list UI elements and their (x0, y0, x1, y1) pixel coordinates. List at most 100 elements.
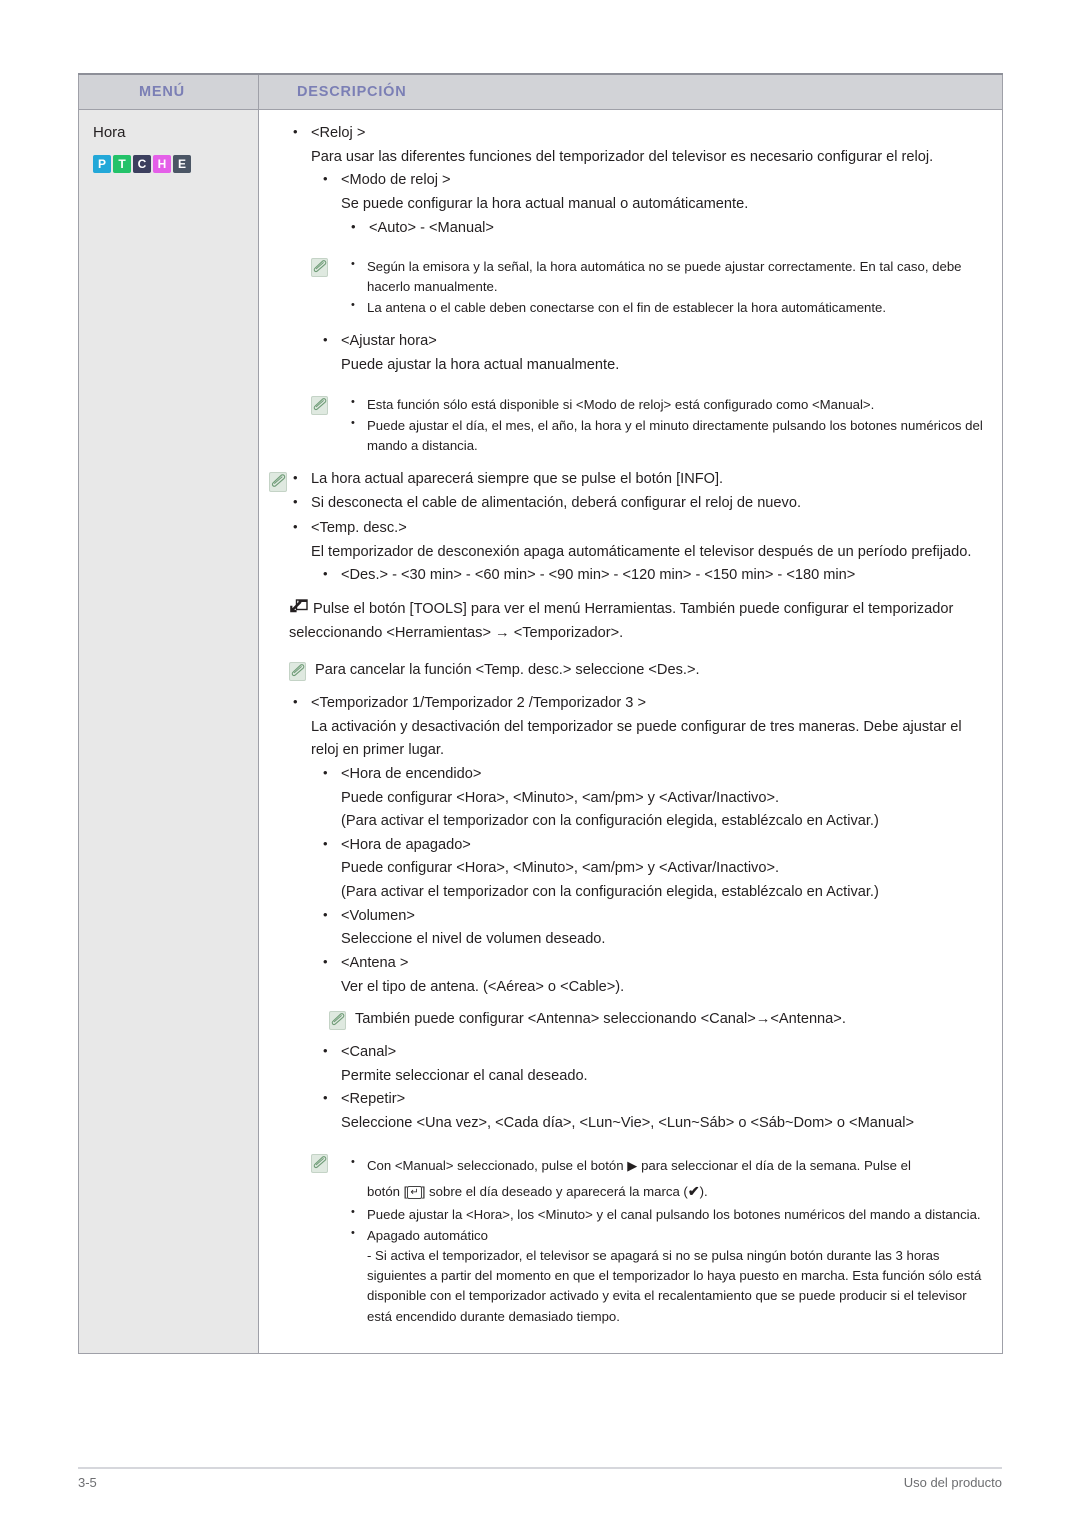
note-item: La antena o el cable deben conectarse co… (347, 297, 990, 318)
temp-desc-heading: <Temp. desc.> (289, 516, 990, 541)
badge-e: E (173, 155, 191, 173)
note-block-repetir: Con <Manual> seleccionado, pulse el botó… (311, 1152, 990, 1327)
badge-h: H (153, 155, 171, 173)
repetir-heading: <Repetir> (319, 1087, 990, 1112)
checkmark-icon: ✔ (687, 1182, 700, 1199)
menu-description-table: MENÚ DESCRIPCIÓN Hora P T C H E • <Reloj… (78, 73, 1003, 1354)
reloj-heading: <Reloj > (289, 121, 990, 146)
temporizador-heading: <Temporizador 1/Temporizador 2 /Temporiz… (289, 691, 990, 716)
description-cell: <Reloj > Para usar las diferentes funcio… (258, 109, 1003, 1354)
modo-reloj-description: Se puede configurar la hora actual manua… (341, 195, 749, 212)
note-text-c: botón [ (367, 1183, 408, 1199)
badge-c-letter: C (137, 157, 147, 171)
note-block-ajustar-hora: Esta función sólo está disponible si <Mo… (311, 394, 990, 456)
section-canal: <Canal> Permite seleccionar el canal des… (319, 1040, 990, 1088)
volumen-heading: <Volumen> (319, 904, 990, 929)
tools-text: Pulse el botón [TOOLS] para ver el menú … (289, 601, 954, 641)
note-pencil-icon (269, 471, 287, 492)
reloj-description: Para usar las diferentes funciones del t… (311, 148, 934, 165)
enter-key-icon: ↵ (407, 1185, 422, 1199)
badge-p-letter: P (97, 157, 106, 171)
note-text-e: ). (699, 1183, 708, 1199)
section-antena: <Antena > Ver el tipo de antena. (<Aérea… (319, 951, 990, 999)
tools-note: Pulse el botón [TOOLS] para ver el menú … (289, 598, 990, 645)
menu-title-text: Hora (93, 124, 126, 141)
play-icon: ▶ (627, 1157, 638, 1173)
temp-desc-description: El temporizador de desconexión apaga aut… (311, 543, 972, 560)
note-pencil-icon (311, 395, 328, 415)
section-ajustar-hora: <Ajustar hora> Puede ajustar la hora act… (319, 329, 990, 377)
document-page: MENÚ DESCRIPCIÓN Hora P T C H E • <Reloj… (0, 0, 1080, 1527)
section-temporizador: <Temporizador 1/Temporizador 2 /Temporiz… (289, 691, 990, 763)
section-temp-desc-options: <Des.> - <30 min> - <60 min> - <90 min> … (319, 563, 990, 588)
auto-manual-option: <Auto> - <Manual> (347, 216, 990, 241)
menu-cell: Hora P T C H E (78, 109, 259, 1354)
section-reloj: <Reloj > Para usar las diferentes funcio… (289, 121, 990, 169)
section-modo-reloj: <Modo de reloj > Se puede configurar la … (319, 168, 990, 216)
note-item: Si desconecta el cable de alimentación, … (289, 491, 990, 516)
badge-c: C (133, 155, 151, 173)
note-item: Puede ajustar la <Hora>, los <Minuto> y … (347, 1204, 990, 1225)
column-header-description: DESCRIPCIÓN (258, 73, 1003, 110)
canal-heading: <Canal> (319, 1040, 990, 1065)
footer-section-label: Uso del producto (903, 1475, 1002, 1490)
apagado-automatico-body: - Si activa el temporizador, el televiso… (367, 1248, 982, 1324)
note-antenna-config: También puede configurar <Antenna> selec… (329, 1008, 990, 1032)
hora-apagado-line1: Puede configurar <Hora>, <Minuto>, <am/p… (341, 860, 780, 877)
antena-description: Ver el tipo de antena. (<Aérea> o <Cable… (341, 978, 625, 995)
note-item: La hora actual aparecerá siempre que se … (289, 467, 990, 492)
volumen-description: Seleccione el nivel de volumen deseado. (341, 931, 606, 948)
note-items: Con <Manual> seleccionado, pulse el botó… (347, 1152, 990, 1327)
apagado-automatico-title: Apagado automático (367, 1228, 488, 1244)
footer-page-number: 3-5 (78, 1475, 97, 1490)
note-pencil-icon (311, 258, 328, 278)
footer-divider (78, 1467, 1002, 1469)
badge-t: T (113, 155, 131, 173)
note-pencil-icon (289, 662, 306, 682)
section-auto-manual: <Auto> - <Manual> (347, 216, 990, 241)
section-volumen: <Volumen> Seleccione el nivel de volumen… (319, 904, 990, 952)
note-text-b: para seleccionar el día de la semana. Pu… (637, 1157, 911, 1173)
hora-apagado-line2: (Para activar el temporizador con la con… (341, 884, 879, 901)
antena-heading: <Antena > (319, 951, 990, 976)
section-repetir: <Repetir> Seleccione <Una vez>, <Cada dí… (319, 1087, 990, 1135)
table-header-row: MENÚ DESCRIPCIÓN (78, 73, 1003, 110)
note-text: Para cancelar la función <Temp. desc.> s… (315, 662, 700, 679)
temp-desc-options: <Des.> - <30 min> - <60 min> - <90 min> … (319, 563, 990, 588)
note-item-apagado: Apagado automático - Si activa el tempor… (347, 1225, 990, 1326)
modo-reloj-heading: <Modo de reloj > (319, 168, 990, 193)
section-hora-encendido: <Hora de encendido> Puede configurar <Ho… (319, 762, 990, 834)
canal-description: Permite seleccionar el canal deseado. (341, 1067, 588, 1084)
badge-e-letter: E (177, 157, 186, 171)
note-item: Esta función sólo está disponible si <Mo… (347, 394, 990, 415)
note-block-info: La hora actual aparecerá siempre que se … (269, 467, 990, 516)
note-pencil-icon (311, 1153, 328, 1173)
section-temp-desc: <Temp. desc.> El temporizador de descone… (289, 516, 990, 564)
menu-title: Hora (93, 124, 258, 141)
ajustar-hora-description: Puede ajustar la hora actual manualmente… (341, 357, 620, 374)
note-items: Esta función sólo está disponible si <Mo… (347, 394, 990, 456)
temporizador-description: La activación y desactivación del tempor… (311, 718, 962, 759)
note-item: Puede ajustar el día, el mes, el año, la… (347, 415, 990, 456)
hora-encendido-line2: (Para activar el temporizador con la con… (341, 813, 879, 830)
badge-p: P (93, 155, 111, 173)
hora-encendido-line1: Puede configurar <Hora>, <Minuto>, <am/p… (341, 789, 780, 806)
note-items: La hora actual aparecerá siempre que se … (289, 467, 990, 516)
hora-apagado-heading: <Hora de apagado> (319, 833, 990, 858)
badge-t-letter: T (118, 157, 126, 171)
note-text-a: Con <Manual> seleccionado, pulse el botó… (367, 1157, 628, 1173)
note-item-manual: Con <Manual> seleccionado, pulse el botó… (347, 1152, 990, 1205)
note-cancel-temp-desc: Para cancelar la función <Temp. desc.> s… (289, 659, 990, 683)
table-body-row: Hora P T C H E <Reloj > Para usar las di… (78, 109, 1003, 1354)
note-text: También puede configurar <Antenna> selec… (355, 1011, 846, 1028)
column-header-menu: MENÚ (78, 73, 259, 110)
ajustar-hora-heading: <Ajustar hora> (319, 329, 990, 354)
tools-shortcut-icon (289, 599, 308, 616)
